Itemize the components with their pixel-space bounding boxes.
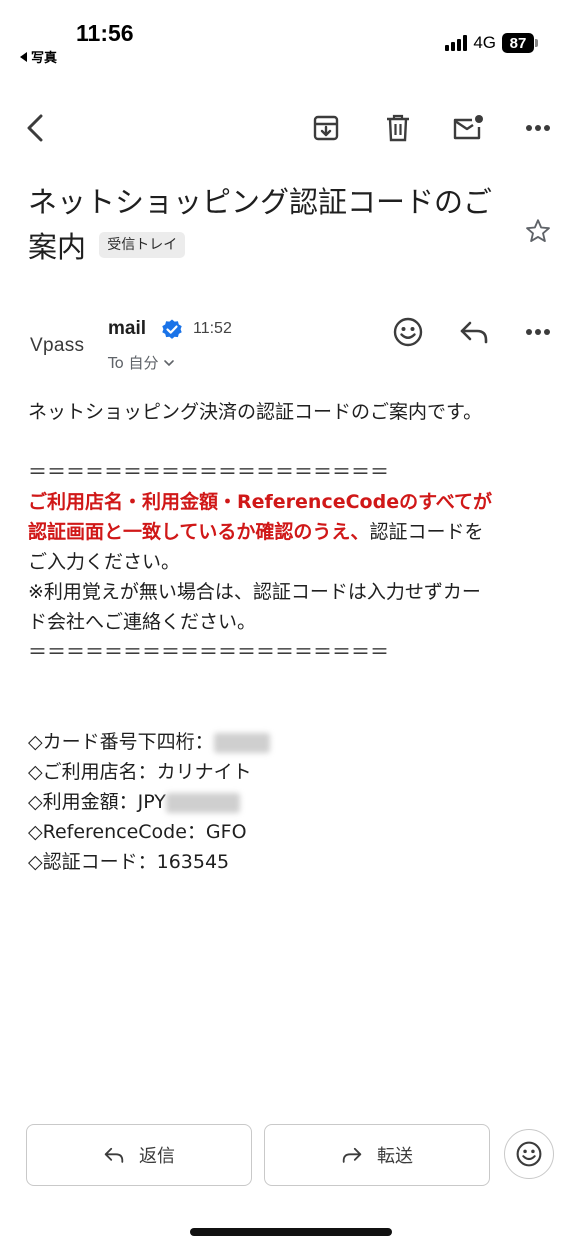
archive-icon[interactable] <box>310 112 342 144</box>
back-triangle-icon <box>20 51 27 62</box>
forward-icon <box>342 1147 362 1163</box>
body-note-1: ※利用覚えが無い場合は、認証コードは入力せずカー <box>28 581 481 603</box>
verified-badge-icon <box>160 318 184 346</box>
message-more-icon[interactable] <box>522 316 554 348</box>
email-body: ネットショッピング決済の認証コードのご案内です。 ＝＝＝＝＝＝＝＝＝＝＝＝＝＝＝… <box>28 397 558 877</box>
emoji-reaction-icon[interactable] <box>392 316 424 348</box>
body-separator: ＝＝＝＝＝＝＝＝＝＝＝＝＝＝＝＝＝＝＝ <box>28 461 390 483</box>
reply-icon[interactable] <box>458 316 490 348</box>
battery-icon: 87 <box>502 33 538 53</box>
battery-level: 87 <box>502 33 534 53</box>
status-back-link[interactable]: 写真 <box>20 47 57 66</box>
warning-line-1: ご利用店名・利用金額・ReferenceCodeのすべてが <box>28 491 492 513</box>
reply-button[interactable]: 返信 <box>26 1124 252 1186</box>
body-note-2: ド会社へご連絡ください。 <box>28 611 257 633</box>
body-tail: 認証コードを <box>369 521 484 543</box>
body-separator-2: ＝＝＝＝＝＝＝＝＝＝＝＝＝＝＝＝＝＝＝ <box>28 641 390 663</box>
status-back-label: 写真 <box>31 50 58 65</box>
reference-code-line: ◇ReferenceCode：GFO <box>28 821 247 843</box>
network-type: 4G <box>473 33 496 52</box>
amount-label: ◇利用金額：JPY <box>28 791 166 813</box>
back-arrow-icon[interactable] <box>20 112 52 144</box>
signal-icon <box>445 35 468 51</box>
home-indicator[interactable] <box>190 1228 392 1236</box>
body-instruction: ご入力ください。 <box>28 551 181 573</box>
star-icon[interactable] <box>524 217 552 249</box>
subject-title: ネットショッピング認証コードのご案内 <box>28 185 493 264</box>
warning-line-2: 認証画面と一致しているか確認のうえ、 <box>28 521 370 543</box>
recipient-toggle[interactable]: To 自分 <box>108 352 175 373</box>
sender-name[interactable]: mail <box>108 318 146 340</box>
reply-button-label: 返信 <box>139 1146 175 1167</box>
sender-time: 11:52 <box>193 320 232 337</box>
auth-code-line: ◇認証コード：163545 <box>28 851 230 873</box>
emoji-react-button[interactable] <box>504 1129 554 1179</box>
shop-name-line: ◇ご利用店名：カリナイト <box>28 761 252 783</box>
delete-icon[interactable] <box>382 112 414 144</box>
forward-button[interactable]: 転送 <box>264 1124 490 1186</box>
inbox-label-chip[interactable]: 受信トレイ <box>99 232 186 258</box>
card-digits-label: ◇カード番号下四桁： <box>28 731 214 753</box>
reply-icon <box>104 1147 124 1163</box>
mark-unread-icon[interactable] <box>452 112 484 144</box>
smiley-icon <box>516 1141 542 1167</box>
body-intro: ネットショッピング決済の認証コードのご案内です。 <box>28 401 483 423</box>
email-subject: ネットショッピング認証コードのご案内 受信トレイ <box>28 180 498 270</box>
recipient-text: To 自分 <box>108 354 159 372</box>
more-options-icon[interactable] <box>522 112 554 144</box>
status-time: 11:56 <box>76 20 134 46</box>
redacted-card-digits <box>213 732 270 753</box>
sender-logo: Vpass <box>30 335 85 356</box>
redacted-amount <box>165 792 240 813</box>
status-indicators: 4G 87 <box>445 33 538 53</box>
forward-button-label: 転送 <box>377 1146 413 1167</box>
chevron-down-icon <box>163 359 174 366</box>
